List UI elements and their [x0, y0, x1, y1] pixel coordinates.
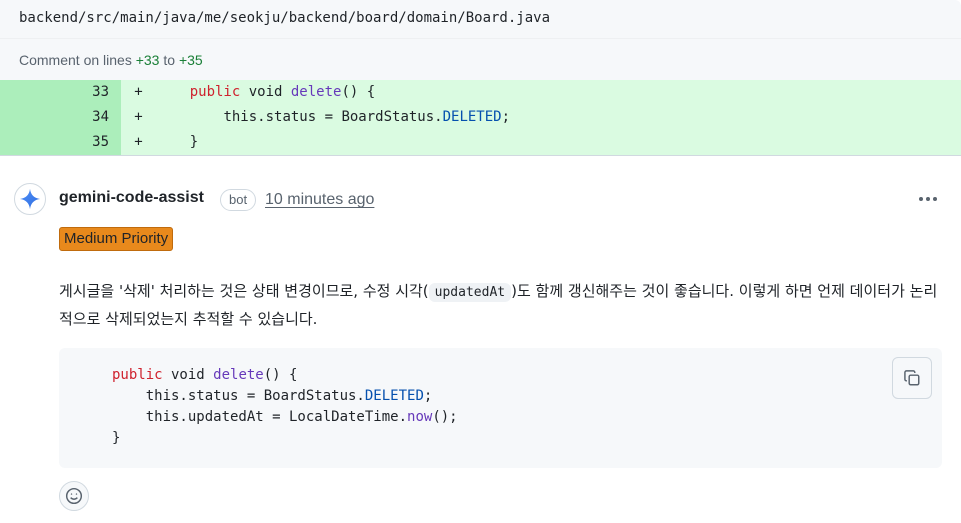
diff-line: 34 + this.status = BoardStatus.DELETED;: [0, 105, 961, 130]
old-line-number: [0, 130, 61, 155]
diff-hunk: 33 + public void delete() { 34 + this.st…: [0, 80, 961, 155]
avatar[interactable]: [14, 183, 46, 215]
comment-timestamp[interactable]: 10 minutes ago: [265, 191, 374, 209]
add-reaction-button[interactable]: [59, 481, 89, 511]
divider: [0, 155, 961, 156]
diff-sign: +: [134, 134, 143, 150]
old-line-number: [0, 80, 61, 105]
new-line-number[interactable]: 35: [61, 130, 121, 155]
copy-button[interactable]: [892, 357, 932, 399]
diff-code: public void delete() {: [189, 84, 376, 100]
comment-author[interactable]: gemini-code-assist: [59, 189, 204, 207]
diff-sign: +: [134, 84, 143, 100]
diff-line: 33 + public void delete() {: [0, 80, 961, 105]
new-line-number[interactable]: 33: [61, 80, 121, 105]
diff-code: this.status = BoardStatus.DELETED;: [223, 109, 511, 125]
smiley-icon: [65, 487, 83, 505]
priority-label: Medium Priority: [59, 227, 174, 251]
diff-line: 35 + }: [0, 130, 961, 155]
comment-body: 게시글을 '삭제' 처리하는 것은 상태 변경이므로, 수정 시각(update…: [59, 282, 938, 328]
diff-sign: +: [134, 109, 143, 125]
comment-menu-button[interactable]: [914, 188, 942, 210]
comment-range-label: Comment on lines +33 to +35: [0, 39, 961, 80]
new-line-number[interactable]: 34: [61, 105, 121, 130]
code-content: public void delete() { this.status = Boa…: [112, 367, 458, 446]
range-end: +35: [178, 52, 203, 68]
inline-code: updatedAt: [428, 283, 512, 302]
diff-code: }: [189, 134, 199, 150]
old-line-number: [0, 105, 61, 130]
file-path[interactable]: backend/src/main/java/me/seokju/backend/…: [19, 10, 550, 26]
gemini-sparkle-icon: [19, 188, 41, 210]
range-start: +33: [135, 52, 160, 68]
file-path-header: backend/src/main/java/me/seokju/backend/…: [0, 0, 961, 39]
bot-badge: bot: [220, 189, 257, 211]
copy-icon: [904, 370, 920, 386]
suggested-code-block: public void delete() { this.status = Boa…: [59, 348, 942, 468]
kebab-horizontal-icon: [919, 197, 923, 201]
